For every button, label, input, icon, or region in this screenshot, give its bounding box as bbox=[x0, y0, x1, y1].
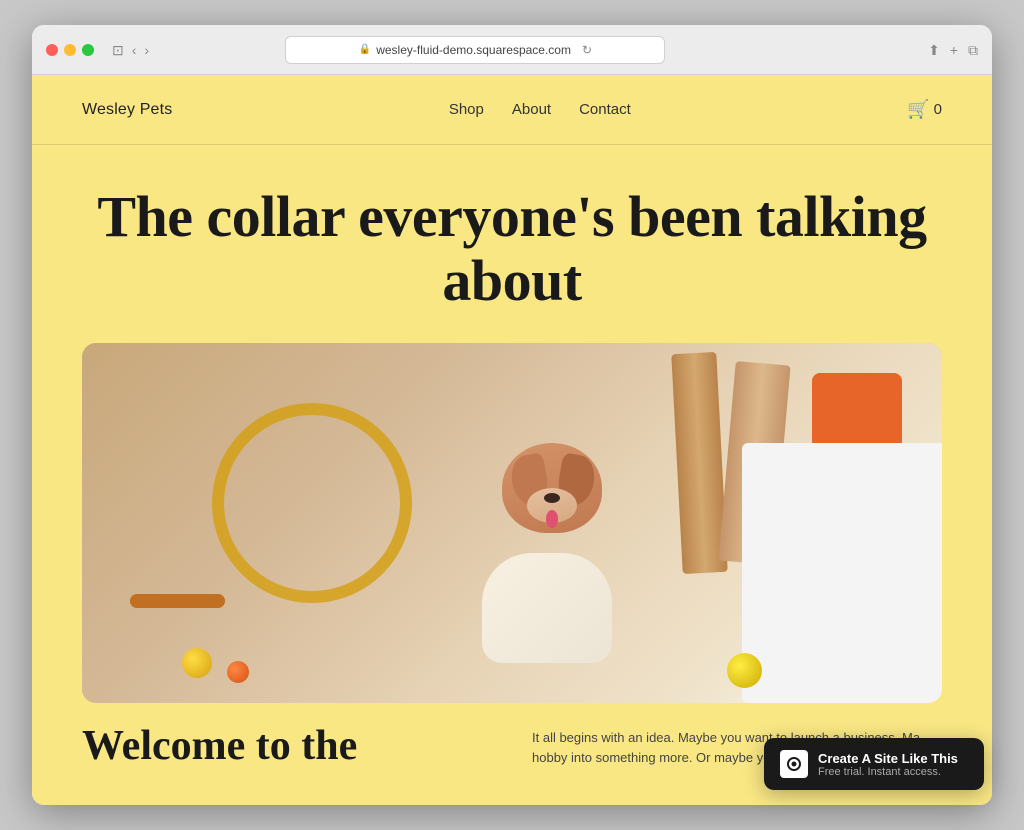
badge-subtitle: Free trial. Instant access. bbox=[818, 766, 958, 778]
window-button[interactable]: ⊡ bbox=[112, 43, 124, 57]
browser-window: ⊡ ‹ › 🔒 wesley-fluid-demo.squarespace.co… bbox=[32, 25, 992, 805]
white-panel bbox=[742, 443, 942, 703]
traffic-light-yellow[interactable] bbox=[64, 44, 76, 56]
dog-head bbox=[502, 443, 602, 533]
squarespace-logo-icon bbox=[785, 755, 803, 773]
browser-chrome: ⊡ ‹ › 🔒 wesley-fluid-demo.squarespace.co… bbox=[32, 25, 992, 75]
ball-2 bbox=[227, 661, 249, 683]
nav-link-about[interactable]: About bbox=[512, 101, 551, 118]
share-button[interactable]: ⬆ bbox=[928, 43, 940, 57]
address-bar[interactable]: 🔒 wesley-fluid-demo.squarespace.com ↻ bbox=[285, 36, 665, 64]
tabs-button[interactable]: ⧉ bbox=[968, 43, 978, 57]
badge-text: Create A Site Like This Free trial. Inst… bbox=[818, 751, 958, 778]
cart-count: 0 bbox=[934, 101, 942, 118]
dog-silhouette bbox=[452, 443, 652, 663]
traffic-light-green[interactable] bbox=[82, 44, 94, 56]
hero-section: The collar everyone's been talking about bbox=[32, 145, 992, 343]
lock-icon: 🔒 bbox=[359, 44, 371, 55]
reload-icon[interactable]: ↻ bbox=[582, 43, 592, 57]
cart-icon: 🛒 bbox=[907, 99, 929, 120]
traffic-light-red[interactable] bbox=[46, 44, 58, 56]
welcome-text-column: Welcome to the bbox=[82, 723, 492, 770]
nav-link-shop[interactable]: Shop bbox=[449, 101, 484, 118]
cart-button[interactable]: 🛒 0 bbox=[907, 99, 942, 120]
hoop-prop bbox=[212, 403, 412, 603]
new-tab-button[interactable]: + bbox=[950, 43, 958, 57]
squarespace-logo bbox=[780, 750, 808, 778]
badge-title: Create A Site Like This bbox=[818, 751, 958, 766]
welcome-heading: Welcome to the bbox=[82, 723, 492, 769]
site-logo: Wesley Pets bbox=[82, 101, 172, 119]
hero-image bbox=[82, 343, 942, 703]
dog-image bbox=[452, 443, 652, 663]
dog-torso bbox=[482, 553, 612, 663]
traffic-lights bbox=[46, 44, 94, 56]
browser-actions-right: ⬆ + ⧉ bbox=[928, 43, 978, 57]
site-nav: Wesley Pets Shop About Contact 🛒 0 bbox=[32, 75, 992, 145]
hero-image-bg bbox=[82, 343, 942, 703]
squarespace-badge[interactable]: Create A Site Like This Free trial. Inst… bbox=[764, 738, 984, 790]
hero-title: The collar everyone's been talking about bbox=[82, 185, 942, 313]
forward-button[interactable]: › bbox=[144, 43, 149, 57]
dog-nose bbox=[544, 493, 560, 503]
yellow-ball bbox=[727, 653, 762, 688]
nav-link-contact[interactable]: Contact bbox=[579, 101, 631, 118]
back-button[interactable]: ‹ bbox=[132, 43, 137, 57]
browser-nav-buttons: ⊡ ‹ › bbox=[112, 43, 149, 57]
dog-collar bbox=[130, 594, 225, 608]
ball-1 bbox=[182, 648, 212, 678]
dog-tongue bbox=[546, 510, 558, 528]
dog-snout bbox=[527, 488, 577, 523]
nav-links: Shop About Contact bbox=[449, 101, 631, 118]
site-content: Wesley Pets Shop About Contact 🛒 0 The c… bbox=[32, 75, 992, 805]
url-text: wesley-fluid-demo.squarespace.com bbox=[376, 43, 571, 57]
